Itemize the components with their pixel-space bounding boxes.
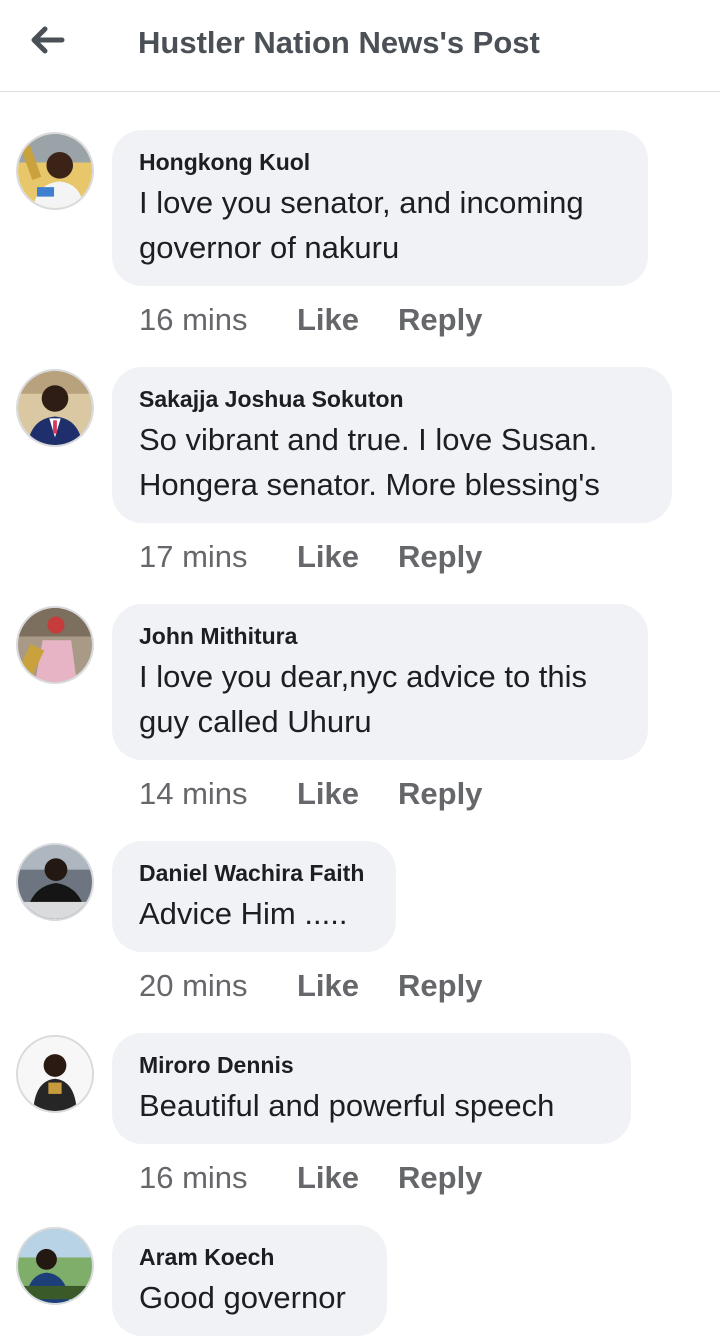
comment-actions: 14 mins Like Reply xyxy=(139,776,482,812)
comment-bubble[interactable]: Sakajja Joshua Sokuton So vibrant and tr… xyxy=(112,367,672,523)
comment-bubble[interactable]: Hongkong Kuol I love you senator, and in… xyxy=(112,130,648,286)
comment-text-line: guy called Uhuru xyxy=(139,704,372,739)
comment-actions: 20 mins Like Reply xyxy=(139,968,482,1004)
comment-author[interactable]: John Mithitura xyxy=(139,622,621,650)
avatar-photo xyxy=(18,134,92,208)
avatar-photo xyxy=(18,1037,92,1111)
comment-text-line: I love you senator, and incoming xyxy=(139,185,584,220)
avatar-photo xyxy=(18,371,92,445)
comment-bubble[interactable]: John Mithitura I love you dear,nyc advic… xyxy=(112,604,648,760)
comment-bubble[interactable]: Miroro Dennis Beautiful and powerful spe… xyxy=(112,1033,631,1144)
comment-author[interactable]: Hongkong Kuol xyxy=(139,148,621,176)
comment-author[interactable]: Sakajja Joshua Sokuton xyxy=(139,385,645,413)
like-button[interactable]: Like xyxy=(297,968,398,1004)
comment-timestamp: 16 mins xyxy=(139,302,248,337)
avatar-photo xyxy=(18,608,92,682)
comment-actions: 16 mins Like Reply xyxy=(139,302,482,338)
comment-timestamp: 14 mins xyxy=(139,776,248,811)
comment-text: Beautiful and powerful speech xyxy=(139,1088,555,1123)
reply-button[interactable]: Reply xyxy=(398,776,482,812)
comment-timestamp: 16 mins xyxy=(139,1160,248,1195)
avatar-photo xyxy=(18,845,92,919)
avatar[interactable] xyxy=(16,1035,94,1113)
comment-author[interactable]: Daniel Wachira Faith xyxy=(139,859,369,887)
back-arrow-icon xyxy=(31,26,65,54)
reply-button[interactable]: Reply xyxy=(398,1160,482,1196)
comment-bubble[interactable]: Aram Koech Good governor xyxy=(112,1225,387,1336)
comment-text-line: governor of nakuru xyxy=(139,230,400,265)
avatar[interactable] xyxy=(16,132,94,210)
like-button[interactable]: Like xyxy=(297,776,398,812)
comment-author[interactable]: Aram Koech xyxy=(139,1243,360,1271)
comment-author[interactable]: Miroro Dennis xyxy=(139,1051,604,1079)
avatar[interactable] xyxy=(16,843,94,921)
like-button[interactable]: Like xyxy=(297,539,398,575)
top-bar: Hustler Nation News's Post xyxy=(0,0,720,92)
comment-actions: 16 mins Like Reply xyxy=(139,1160,482,1196)
comment-timestamp: 17 mins xyxy=(139,539,248,574)
reply-button[interactable]: Reply xyxy=(398,968,482,1004)
comment-text-line: So vibrant and true. I love Susan. xyxy=(139,422,598,457)
comment-text-line: Hongera senator. More blessing's xyxy=(139,467,600,502)
comment-text: Good governor xyxy=(139,1280,346,1315)
like-button[interactable]: Like xyxy=(297,302,398,338)
avatar[interactable] xyxy=(16,606,94,684)
comment-text: Advice Him ..... xyxy=(139,896,348,931)
reply-button[interactable]: Reply xyxy=(398,539,482,575)
avatar[interactable] xyxy=(16,369,94,447)
comment-actions: 17 mins Like Reply xyxy=(139,539,482,575)
back-button[interactable] xyxy=(22,18,72,62)
comment-bubble[interactable]: Daniel Wachira Faith Advice Him ..... xyxy=(112,841,396,952)
page-title: Hustler Nation News's Post xyxy=(138,25,540,60)
avatar-photo xyxy=(18,1229,92,1303)
comment-timestamp: 20 mins xyxy=(139,968,248,1003)
reply-button[interactable]: Reply xyxy=(398,302,482,338)
comment-text-line: I love you dear,nyc advice to this xyxy=(139,659,588,694)
avatar[interactable] xyxy=(16,1227,94,1305)
like-button[interactable]: Like xyxy=(297,1160,398,1196)
